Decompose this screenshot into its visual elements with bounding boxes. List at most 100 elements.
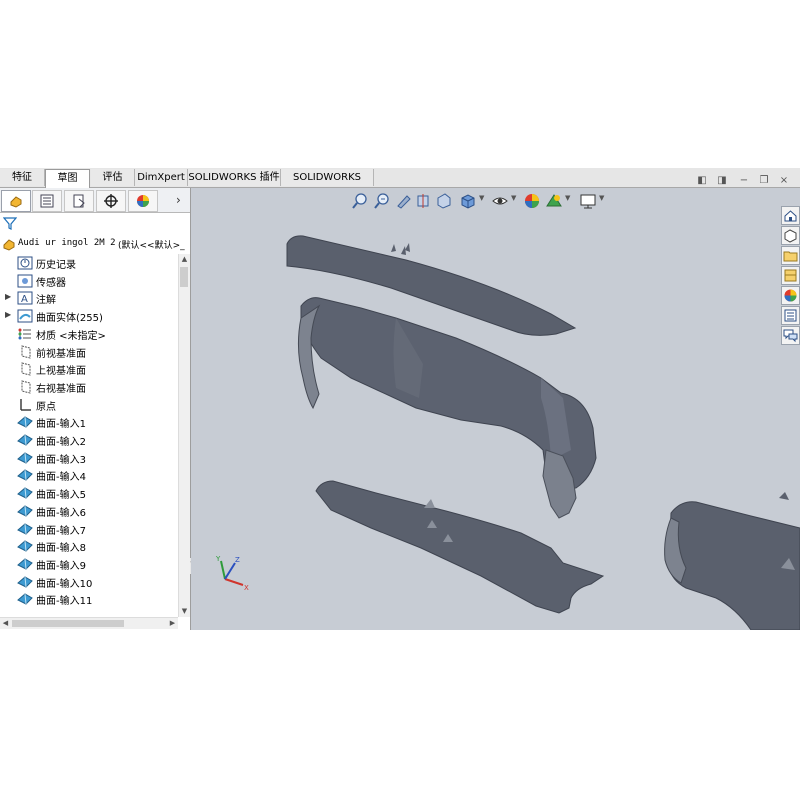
- tab-solidworks-addins[interactable]: SOLIDWORKS 插件: [188, 169, 281, 186]
- tree-item[interactable]: 材质 <未指定>: [0, 325, 178, 342]
- graphics-area[interactable]: ◧ ◨ − ❐ × ▼ ▼ ▼ ▼ X Y Z: [191, 175, 800, 630]
- tree-item[interactable]: 曲面-输入5: [0, 484, 178, 501]
- expand-arrow-icon[interactable]: ▶: [5, 310, 11, 319]
- tree-item[interactable]: 曲面-输入10: [0, 573, 178, 590]
- tree-item-label: 原点: [36, 401, 56, 413]
- tile-left-icon[interactable]: ◧: [695, 174, 709, 187]
- tree-item-label: 曲面-输入1: [36, 419, 86, 431]
- file-explorer-icon: [783, 251, 798, 262]
- panel-scroll-right-icon[interactable]: ›: [176, 193, 181, 207]
- task-pane-file-explorer[interactable]: [781, 246, 800, 265]
- tree-item[interactable]: 历史记录: [0, 254, 178, 271]
- model-surfaces[interactable]: [191, 188, 800, 630]
- tab-features[interactable]: 特征: [0, 169, 45, 186]
- scroll-thumb-horizontal[interactable]: [12, 620, 124, 627]
- property-manager-tab[interactable]: [32, 190, 62, 212]
- tree-item[interactable]: ▶ A 注解: [0, 289, 178, 306]
- tab-sketch[interactable]: 草图: [45, 169, 90, 188]
- tree-item-label: 曲面-输入5: [36, 490, 86, 502]
- tree-item[interactable]: 曲面-输入1: [0, 413, 178, 430]
- view-settings-dropdown-icon[interactable]: ▼: [599, 194, 604, 202]
- tree-item[interactable]: 上视基准面: [0, 360, 178, 377]
- zoom-to-fit-icon[interactable]: [351, 192, 369, 210]
- view-settings-icon[interactable]: [579, 192, 597, 210]
- tree-item[interactable]: 曲面-输入4: [0, 466, 178, 483]
- tree-root-part[interactable]: Audi ur ingol 2M 2 (默认<<默认>_: [0, 236, 190, 253]
- 3d-parts-icon: [784, 229, 797, 243]
- task-pane-custom-properties[interactable]: [781, 306, 800, 325]
- edit-appearance-icon[interactable]: [523, 192, 541, 210]
- heads-up-view-toolbar: ▼ ▼ ▼ ▼: [351, 190, 641, 212]
- tree-item-label: 曲面-输入10: [36, 578, 93, 590]
- display-manager-tab[interactable]: [128, 190, 158, 212]
- dynamic-annotation-icon[interactable]: [435, 192, 453, 210]
- minimize-icon[interactable]: −: [737, 174, 751, 187]
- section-view-icon[interactable]: [415, 192, 433, 210]
- task-pane-3d-parts[interactable]: [781, 226, 800, 245]
- manager-tabs: ›: [0, 188, 190, 213]
- triad-y-label: Y: [215, 555, 221, 563]
- feature-manager-icon: [10, 196, 22, 208]
- feature-tree: 历史记录 传感器 ▶ A 注解 ▶ 曲面实体(255) 材质 <未指定> 前视基准面 上视基准面右…: [0, 254, 178, 617]
- scroll-thumb[interactable]: [180, 267, 188, 287]
- tree-item-label: 历史记录: [36, 260, 76, 271]
- display-manager-icon: [137, 195, 149, 207]
- tree-item-label: 曲面-输入4: [36, 472, 86, 484]
- triad-y-axis: [220, 560, 226, 580]
- zoom-to-area-icon[interactable]: [373, 192, 391, 210]
- display-style-icon[interactable]: [491, 192, 509, 210]
- view-orientation-icon[interactable]: [459, 192, 477, 210]
- tree-item[interactable]: 前视基准面: [0, 343, 178, 360]
- task-pane-forum[interactable]: [781, 326, 800, 345]
- part-icon: [3, 239, 15, 251]
- reference-triad: X Y Z: [215, 555, 249, 592]
- tree-item[interactable]: 曲面-输入9: [0, 555, 178, 572]
- tree-item-label: 曲面-输入2: [36, 437, 86, 448]
- triad-z-axis: [224, 562, 236, 580]
- scroll-down-icon[interactable]: ▼: [179, 606, 190, 617]
- tree-item[interactable]: 传感器: [0, 272, 178, 289]
- view-orientation-dropdown-icon[interactable]: ▼: [479, 194, 484, 202]
- restore-icon[interactable]: ❐: [757, 174, 771, 187]
- task-pane: [781, 206, 800, 346]
- tab-dimxpert[interactable]: DimXpert: [135, 169, 188, 186]
- task-pane-view-palette[interactable]: [781, 266, 800, 285]
- close-icon[interactable]: ×: [777, 174, 791, 187]
- tree-item[interactable]: 曲面-输入3: [0, 449, 178, 466]
- triad-x-label: X: [244, 584, 249, 592]
- tab-solidworks-mbd[interactable]: SOLIDWORKS MBD: [281, 169, 374, 200]
- apply-scene-icon[interactable]: [545, 192, 563, 210]
- tree-vertical-scrollbar[interactable]: ▲ ▼: [178, 254, 190, 617]
- scroll-up-icon[interactable]: ▲: [179, 254, 190, 265]
- tree-item[interactable]: 曲面-输入2: [0, 431, 178, 448]
- tree-item[interactable]: 曲面-输入8: [0, 537, 178, 554]
- appearances-icon: [784, 289, 797, 302]
- feature-filter[interactable]: [0, 213, 186, 233]
- task-pane-appearances[interactable]: [781, 286, 800, 305]
- expand-arrow-icon[interactable]: ▶: [5, 292, 11, 301]
- feature-manager-tab[interactable]: [1, 190, 31, 212]
- configuration-manager-icon: [73, 194, 85, 208]
- dimxpert-manager-tab[interactable]: [96, 190, 126, 212]
- configuration-manager-tab[interactable]: [64, 190, 94, 212]
- dimxpert-manager-icon: [104, 194, 118, 208]
- tree-horizontal-scrollbar[interactable]: ◀ ▶: [0, 617, 178, 629]
- tree-item-label: 右视基准面: [36, 383, 86, 395]
- tile-right-icon[interactable]: ◨: [715, 174, 729, 187]
- tree-item[interactable]: 右视基准面: [0, 378, 178, 395]
- filter-icon: [3, 217, 17, 230]
- display-style-dropdown-icon[interactable]: ▼: [511, 194, 516, 202]
- tree-item[interactable]: 曲面-输入6: [0, 502, 178, 519]
- tree-item[interactable]: 曲面-输入11: [0, 590, 178, 607]
- tree-item[interactable]: ▶ 曲面实体(255): [0, 307, 178, 324]
- forum-icon: [783, 329, 798, 343]
- tree-item-label: 曲面-输入6: [36, 507, 86, 519]
- tree-item[interactable]: 原点: [0, 396, 178, 413]
- tree-item[interactable]: 曲面-输入7: [0, 520, 178, 537]
- task-pane-home[interactable]: [781, 206, 800, 225]
- apply-scene-dropdown-icon[interactable]: ▼: [565, 194, 570, 202]
- tab-evaluate[interactable]: 评估: [91, 169, 135, 186]
- previous-view-icon[interactable]: [395, 192, 413, 210]
- scroll-left-icon[interactable]: ◀: [0, 618, 11, 629]
- scroll-right-icon[interactable]: ▶: [167, 618, 178, 629]
